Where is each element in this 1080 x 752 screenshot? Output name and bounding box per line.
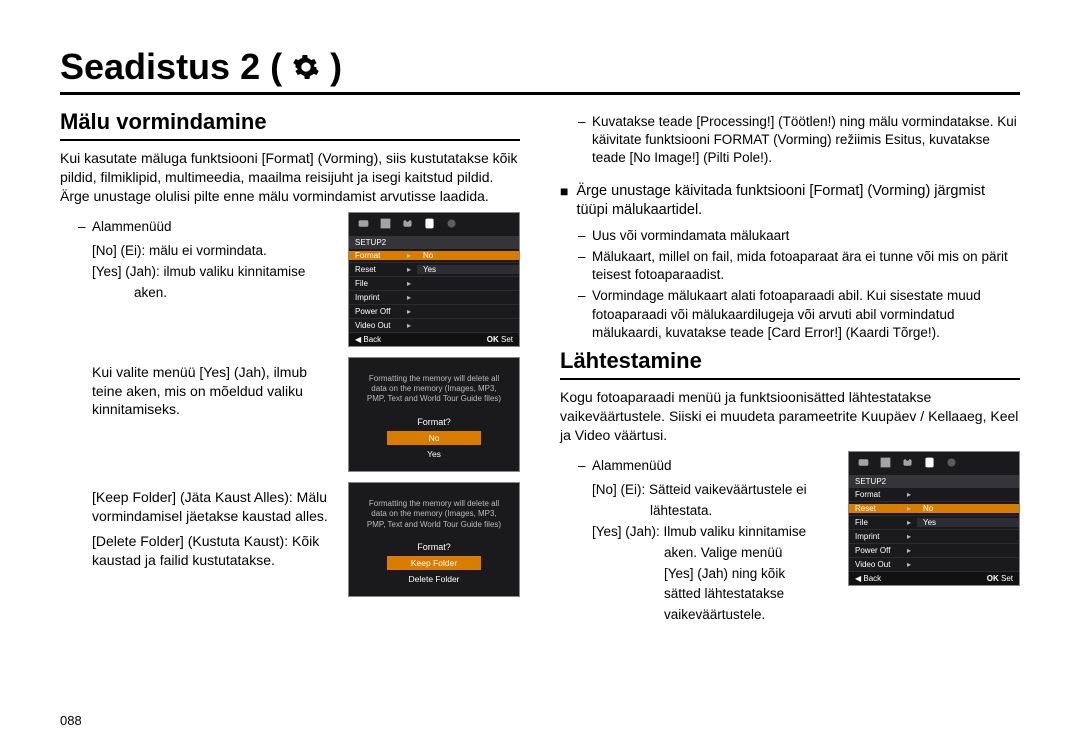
body-text: Kui kasutate mäluga funktsiooni [Format]… [60,149,520,206]
body-text: [No] (Ei): mälu ei vormindata. [92,242,330,261]
camera-lcd-folder-confirm: Formatting the memory will delete all da… [348,482,520,597]
list-item: Alammenüüd [578,457,830,475]
list-item: Kuvatakse teade [Processing!] (Töötlen!)… [578,113,1020,168]
camera-lcd-format-menu: SETUP2 Format▸No Reset▸Yes File▸ Imprint… [348,212,520,347]
body-text: sätted lähtestatakse [592,585,830,604]
list-item: Mälukaart, millel on fail, mida fotoapar… [578,248,1020,284]
body-text: aken. [92,284,330,303]
list-item: Alammenüüd [78,218,330,236]
body-text: Ärge unustage käivitada funktsiooni [For… [576,182,1020,221]
body-text: vaikeväärtustele. [592,606,830,625]
list-item: Uus või vormindamata mälukaart [578,227,1020,245]
body-text: [Delete Folder] (Kustuta Kaust): Kõik ka… [92,532,330,570]
body-text: aken. Valige menüü [592,544,830,563]
camera-lcd-format-confirm: Formatting the memory will delete all da… [348,357,520,472]
camera-lcd-reset-menu: SETUP2 Format▸ Reset▸No File▸Yes Imprint… [848,451,1020,586]
body-text: Kui valite menüü [Yes] (Jah), ilmub tein… [92,363,330,420]
body-text: [Yes] (Jah): ilmub valiku kinnitamise [92,263,330,282]
list-item: Vormindage mälukaart alati fotoaparaadi … [578,287,1020,342]
body-text: [No] (Ei): Sätteid vaikeväärtustele ei [592,481,830,500]
page-title: Seadistus 2 ( ) [60,46,1020,95]
square-bullet-icon: ■ [560,182,568,221]
body-text: [Yes] (Jah) ning kõik [592,565,830,584]
gear-icon [292,53,320,81]
body-text: Kogu fotoaparaadi menüü ja funktsioonisä… [560,388,1020,445]
section-heading-reset: Lähtestamine [560,348,1020,380]
section-heading-format: Mälu vormindamine [60,109,520,141]
body-text: [Yes] (Jah): Ilmub valiku kinnitamise [592,523,830,542]
page-number: 088 [60,713,82,728]
body-text: lähtestata. [592,502,830,521]
body-text: [Keep Folder] (Jäta Kaust Alles): Mälu v… [92,488,330,526]
